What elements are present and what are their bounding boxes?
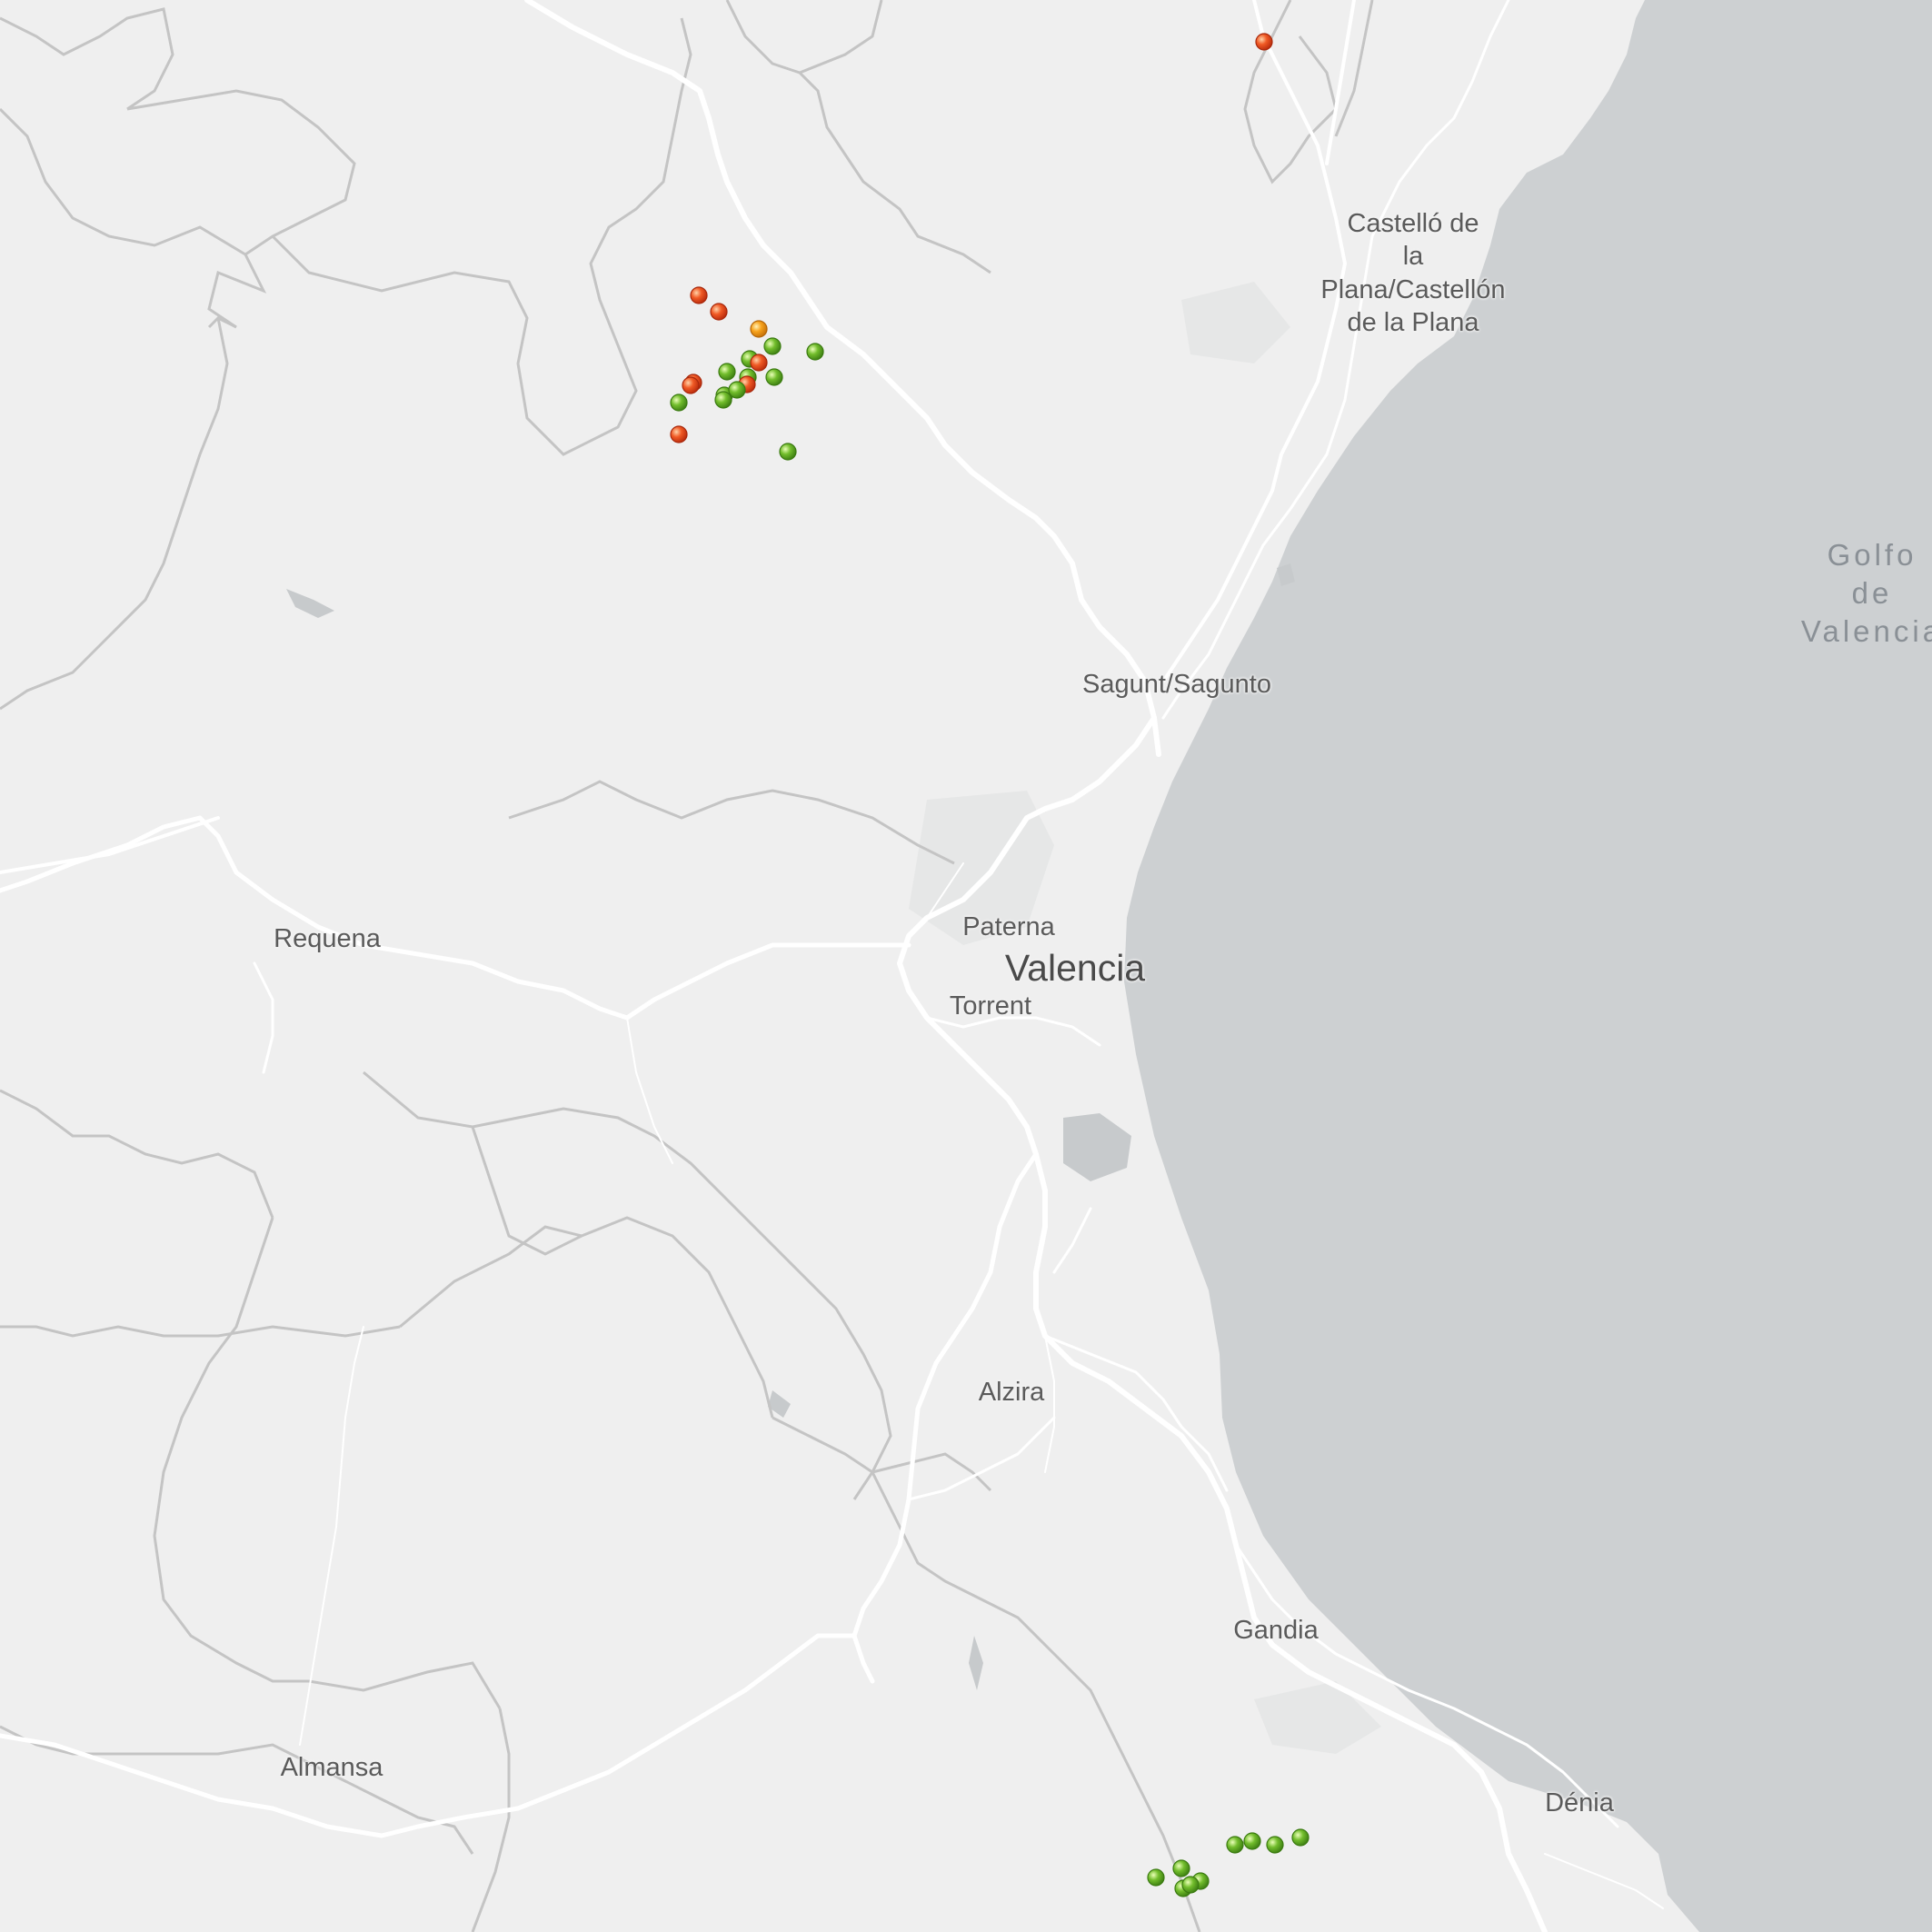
label-requena: Requena — [274, 924, 381, 953]
map-marker-green[interactable] — [1291, 1828, 1310, 1847]
label-sagunt: Sagunt/Sagunto — [1081, 670, 1271, 699]
map-marker-green[interactable] — [728, 381, 746, 399]
map-marker-red[interactable] — [670, 425, 688, 443]
map-marker-green[interactable] — [1181, 1876, 1200, 1894]
map-marker-green[interactable] — [670, 393, 688, 412]
map-marker-red[interactable] — [750, 354, 768, 372]
label-denia: Dénia — [1545, 1788, 1614, 1817]
label-castello: Castelló de la Plana/Castellón de la Pla… — [1320, 209, 1506, 337]
map-marker-green[interactable] — [1147, 1868, 1165, 1887]
map-marker-green[interactable] — [763, 337, 782, 355]
map-marker-red[interactable] — [690, 286, 708, 304]
label-valencia: Valencia — [1004, 947, 1146, 989]
map-canvas[interactable] — [0, 0, 1932, 1932]
map-marker-green[interactable] — [1172, 1859, 1190, 1877]
label-alzira: Alzira — [978, 1378, 1045, 1407]
map-marker-green[interactable] — [1226, 1836, 1244, 1854]
map-marker-green[interactable] — [806, 343, 824, 361]
map-marker-green[interactable] — [714, 391, 732, 409]
map-marker-red[interactable] — [710, 303, 728, 321]
map-marker-green[interactable] — [779, 443, 797, 461]
map-marker-red[interactable] — [682, 376, 700, 394]
map-marker-green[interactable] — [1266, 1836, 1284, 1854]
map-marker-green[interactable] — [1243, 1832, 1261, 1850]
label-paterna: Paterna — [962, 912, 1055, 941]
label-golfo-de-valencia: Golfo de Valencia — [1800, 538, 1932, 648]
label-gandia: Gandia — [1233, 1616, 1319, 1645]
label-torrent: Torrent — [949, 991, 1032, 1021]
map-marker-orange[interactable] — [750, 320, 768, 338]
label-almansa: Almansa — [280, 1753, 383, 1782]
map-marker-red[interactable] — [1255, 33, 1273, 51]
map-marker-green[interactable] — [718, 363, 736, 381]
map-marker-green[interactable] — [765, 368, 783, 386]
